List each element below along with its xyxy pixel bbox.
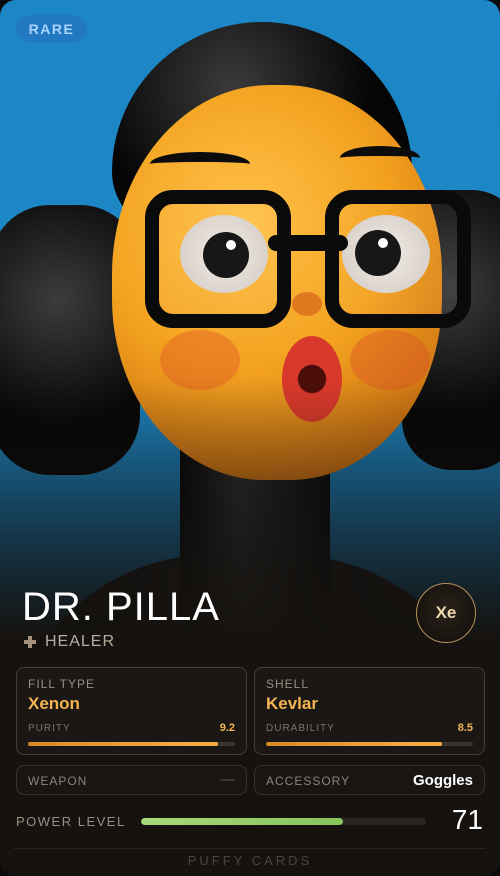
nose: [292, 292, 322, 316]
accessory-slot[interactable]: ACCESSORY Goggles: [254, 765, 485, 795]
character-portrait: [0, 0, 500, 640]
glasses-bridge: [268, 235, 348, 251]
element-badge[interactable]: Xe: [416, 583, 476, 643]
shell-label: SHELL: [266, 677, 310, 691]
power-level-bar: [141, 818, 426, 825]
durability-value: 8.5: [457, 722, 473, 734]
glasses-lens-left: [145, 190, 291, 328]
rarity-badge: RARE: [16, 15, 87, 43]
power-level-label: POWER LEVEL: [16, 814, 126, 829]
accessory-label: ACCESSORY: [266, 774, 351, 788]
shell-value: Kevlar: [266, 694, 318, 713]
eyebrow-left: [150, 152, 250, 176]
purity-label: PURITY: [28, 723, 71, 734]
character-class: HEALER: [24, 632, 115, 652]
glasses-lens-right: [325, 190, 471, 328]
weapon-slot[interactable]: WEAPON —: [16, 765, 247, 795]
durability-bar: [266, 742, 473, 746]
fill-type-stat: FILL TYPE Xenon PURITY 9.2: [16, 667, 247, 755]
purity-value: 9.2: [219, 722, 235, 734]
accessory-value: Goggles: [412, 772, 473, 789]
weapon-label: WEAPON: [28, 774, 88, 788]
purity-bar-fill: [28, 742, 219, 746]
fill-type-label: FILL TYPE: [28, 677, 96, 691]
power-level-bar-fill: [141, 818, 344, 825]
cross-icon: [24, 636, 36, 648]
power-level-value: 71: [451, 804, 483, 835]
eyebrow-right: [340, 146, 420, 170]
divider: [14, 848, 486, 849]
shell-stat: SHELL Kevlar DURABILITY 8.5: [254, 667, 485, 755]
character-card[interactable]: RARE DR. PILLA HEALER Xe FILL TYPE Xenon…: [0, 0, 500, 876]
fill-type-value: Xenon: [28, 694, 80, 713]
class-label: HEALER: [45, 633, 116, 650]
purity-bar: [28, 742, 235, 746]
durability-bar-fill: [266, 742, 442, 746]
character-name: DR. PILLA: [22, 585, 220, 629]
weapon-value: —: [220, 771, 235, 788]
brand-footer: PUFFY CARDS: [187, 853, 313, 868]
durability-label: DURABILITY: [266, 723, 335, 734]
